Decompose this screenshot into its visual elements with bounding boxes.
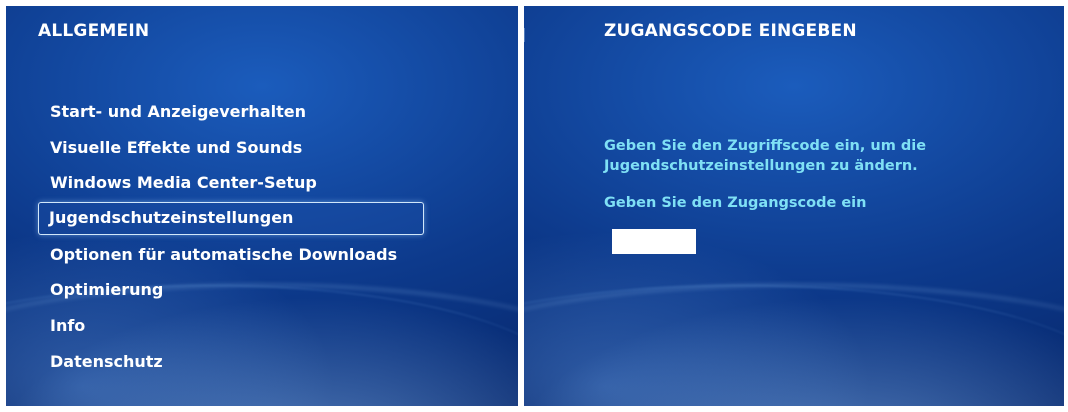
- menu-item-privacy[interactable]: Datenschutz: [38, 344, 418, 380]
- settings-menu-panel: ALLGEMEIN Start- und Anzeigeverhalten Vi…: [6, 6, 518, 406]
- menu-item-visual-effects-sounds[interactable]: Visuelle Effekte und Sounds: [38, 130, 418, 166]
- menu-item-parental-controls[interactable]: Jugendschutzeinstellungen: [38, 201, 424, 235]
- access-code-panel: ZUGANGSCODE EINGEBEN Geben Sie den Zugri…: [524, 6, 1064, 406]
- section-title-allgemein: ALLGEMEIN: [38, 21, 150, 41]
- access-code-input[interactable]: [612, 229, 696, 254]
- menu-item-info[interactable]: Info: [38, 308, 418, 344]
- access-code-instruction: Geben Sie den Zugriffscode ein, um die J…: [604, 138, 927, 174]
- menu-item-automatic-downloads[interactable]: Optionen für automatische Downloads: [38, 237, 418, 273]
- access-code-label: Geben Sie den Zugangscode ein: [604, 195, 867, 211]
- menu-item-start-display[interactable]: Start- und Anzeigeverhalten: [38, 94, 418, 130]
- settings-menu: Start- und Anzeigeverhalten Visuelle Eff…: [38, 94, 424, 379]
- section-title-access-code: ZUGANGSCODE EINGEBEN: [604, 21, 857, 41]
- menu-item-optimization[interactable]: Optimierung: [38, 272, 418, 308]
- menu-item-media-center-setup[interactable]: Windows Media Center-Setup: [38, 165, 418, 201]
- panel-edge-mark: [524, 28, 528, 42]
